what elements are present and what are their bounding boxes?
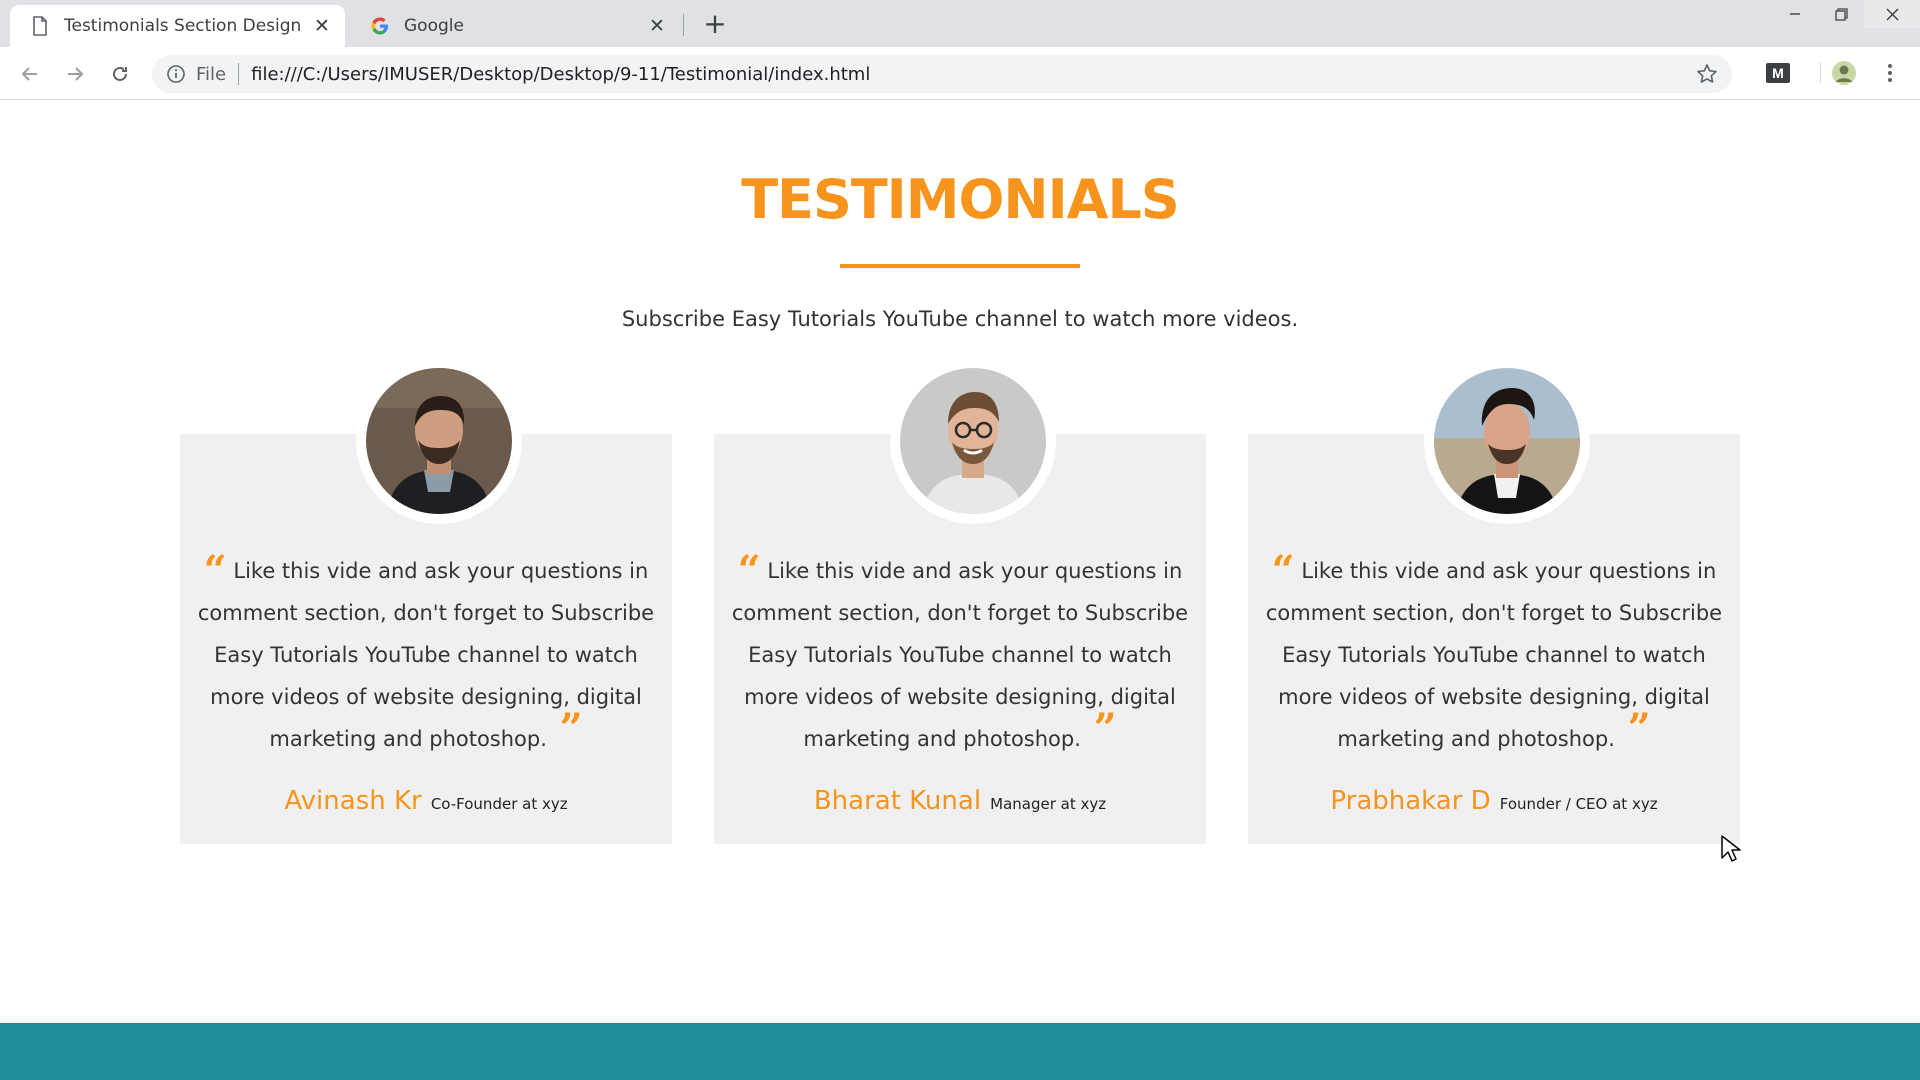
close-quote-icon: ” <box>559 705 583 752</box>
tab-testimonials[interactable]: Testimonials Section Design ✕ <box>10 5 345 47</box>
author-name: Prabhakar D <box>1330 786 1491 816</box>
section-heading: TESTIMONIALS <box>741 168 1180 231</box>
minimize-icon[interactable] <box>1772 0 1818 28</box>
author-name: Avinash Kr <box>284 786 422 816</box>
avatar-frame <box>890 358 1056 524</box>
testimonial-body: Like this vide and ask your questions in… <box>1265 559 1723 751</box>
testimonial-text: “ Like this vide and ask your questions … <box>728 550 1192 760</box>
testimonial-signature: Bharat Kunal Manager at xyz <box>714 786 1206 816</box>
bookmark-star-icon[interactable] <box>1696 63 1718 85</box>
new-tab-icon[interactable]: + <box>700 7 730 40</box>
testimonial-text: “ Like this vide and ask your questions … <box>1262 550 1726 760</box>
author-role: Founder / CEO at xyz <box>1499 795 1658 813</box>
page-viewport: TESTIMONIALS Subscribe Easy Tutorials Yo… <box>0 100 1920 1080</box>
footer-band <box>0 1023 1920 1080</box>
info-icon[interactable] <box>166 64 186 84</box>
reload-icon[interactable] <box>103 57 137 91</box>
avatar <box>366 368 512 514</box>
extension-label: M <box>1772 65 1784 81</box>
heading-underline <box>840 264 1080 268</box>
open-quote-icon: “ <box>737 547 761 594</box>
tab-title: Google <box>404 16 464 36</box>
mouse-cursor-icon <box>1720 834 1742 864</box>
browser-toolbar: File file:///C:/Users/IMUSER/Desktop/Des… <box>0 47 1920 100</box>
open-quote-icon: “ <box>1271 547 1295 594</box>
omnibox-divider <box>238 63 240 85</box>
forward-arrow-icon[interactable] <box>58 57 92 91</box>
testimonial-body: Like this vide and ask your questions in… <box>731 559 1189 751</box>
window-close-icon[interactable] <box>1864 0 1920 28</box>
document-icon <box>30 16 50 36</box>
restore-icon[interactable] <box>1818 0 1864 28</box>
avatar-frame <box>356 358 522 524</box>
close-tab-icon[interactable]: ✕ <box>309 13 335 39</box>
testimonial-text: “ Like this vide and ask your questions … <box>194 550 658 760</box>
testimonial-signature: Avinash Kr Co-Founder at xyz <box>180 786 672 816</box>
google-icon <box>370 16 390 36</box>
tab-divider <box>683 14 684 36</box>
avatar <box>900 368 1046 514</box>
tab-title: Testimonials Section Design <box>64 16 302 36</box>
tab-strip: Testimonials Section Design ✕ Google ✕ + <box>0 0 1920 47</box>
author-name: Bharat Kunal <box>813 786 982 816</box>
open-quote-icon: “ <box>203 547 227 594</box>
tab-google[interactable]: Google ✕ <box>350 5 680 47</box>
author-role: Co-Founder at xyz <box>430 795 568 813</box>
testimonial-signature: Prabhakar D Founder / CEO at xyz <box>1248 786 1740 816</box>
close-quote-icon: ” <box>1627 705 1651 752</box>
avatar-frame <box>1424 358 1590 524</box>
profile-avatar-icon[interactable] <box>1830 59 1858 87</box>
close-tab-icon[interactable]: ✕ <box>644 13 670 39</box>
close-quote-icon: ” <box>1093 705 1117 752</box>
url-scheme-label: File <box>196 63 227 85</box>
back-arrow-icon[interactable] <box>13 57 47 91</box>
url-text[interactable]: file:///C:/Users/IMUSER/Desktop/Desktop/… <box>251 64 870 85</box>
extension-icon[interactable]: M <box>1764 59 1792 87</box>
address-bar[interactable]: File file:///C:/Users/IMUSER/Desktop/Des… <box>152 55 1732 93</box>
testimonial-body: Like this vide and ask your questions in… <box>197 559 655 751</box>
more-menu-icon[interactable] <box>1876 59 1904 87</box>
author-role: Manager at xyz <box>990 795 1107 813</box>
avatar <box>1434 368 1580 514</box>
section-subtitle: Subscribe Easy Tutorials YouTube channel… <box>621 307 1299 331</box>
